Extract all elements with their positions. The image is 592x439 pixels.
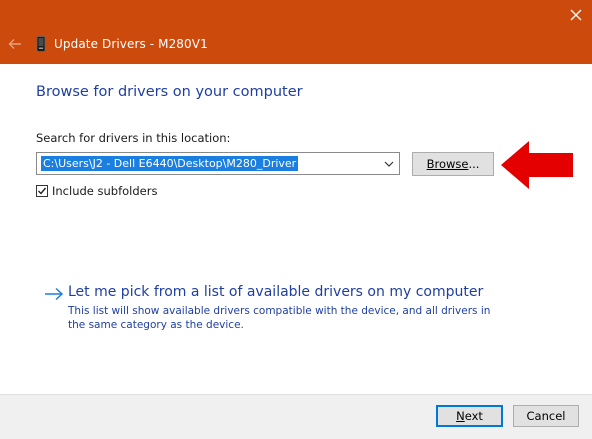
red-arrow-pointer-icon <box>501 141 573 189</box>
driver-path-value[interactable]: C:\Users\J2 - Dell E6440\Desktop\M280_Dr… <box>41 156 299 171</box>
include-subfolders-checkbox[interactable] <box>36 185 48 197</box>
cancel-button[interactable]: Cancel <box>513 405 579 427</box>
window-title: Update Drivers - M280V1 <box>54 37 208 51</box>
page-heading: Browse for drivers on your computer <box>36 84 303 100</box>
dialog-footer <box>0 394 592 439</box>
cancel-label: Cancel <box>526 409 566 423</box>
next-button[interactable]: Next <box>436 405 503 427</box>
close-button[interactable] <box>560 0 592 30</box>
title-bar: Update Drivers - M280V1 <box>0 0 592 64</box>
search-location-label: Search for drivers in this location: <box>36 131 231 145</box>
next-label-rest: ext <box>464 409 483 423</box>
next-label-mnemonic: N <box>456 409 465 423</box>
back-arrow-icon <box>8 39 21 49</box>
back-button[interactable] <box>4 34 26 54</box>
arrow-right-icon[interactable] <box>44 287 64 301</box>
browse-label-rest: ... <box>468 157 480 171</box>
browse-button[interactable]: Browse... <box>412 152 494 176</box>
chevron-down-icon[interactable] <box>383 158 395 170</box>
browse-label-mnemonic: Browse <box>426 157 469 171</box>
close-icon <box>570 9 582 21</box>
pick-from-list-link[interactable]: Let me pick from a list of available dri… <box>68 284 483 300</box>
checkmark-icon <box>38 187 47 195</box>
include-subfolders-label[interactable]: Include subfolders <box>52 184 157 198</box>
driver-path-combobox[interactable]: C:\Users\J2 - Dell E6440\Desktop\M280_Dr… <box>36 152 400 175</box>
device-icon <box>36 36 46 52</box>
pick-from-list-description: This list will show available drivers co… <box>68 305 491 331</box>
